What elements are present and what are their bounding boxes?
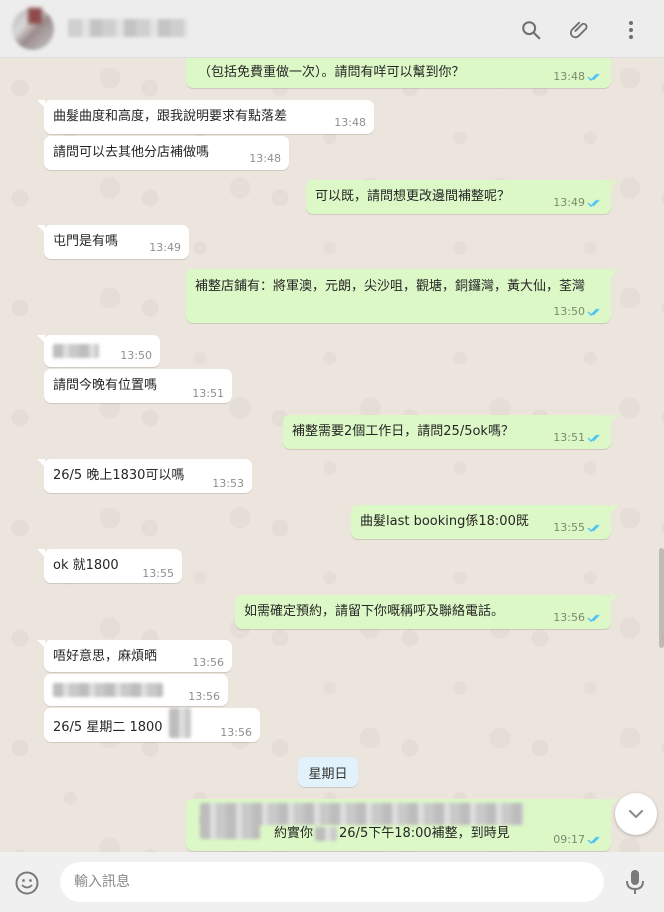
message-time: 09:17 [553,833,585,846]
avatar-redaction [28,8,42,24]
double-check-icon [587,836,600,844]
message-time: 13:49 [149,241,181,254]
voice-record-button[interactable] [624,868,646,896]
message-text: （包括免費重做一次）。請問有咩可以幫到你？ [198,65,465,80]
day-separator: 星期日 [298,757,358,787]
message-text-part: 26/5下午18:00補整，到時見 [339,826,510,841]
message-incoming[interactable]: ok 就1800 13:55 [37,549,182,583]
message-incoming[interactable]: 請問今晚有位置嗎 13:51 [44,369,232,403]
message-time: 13:56 [220,726,252,739]
redacted-text [53,683,163,697]
message-time: 13:56 [192,656,224,669]
redacted-text [168,708,191,738]
message-time: 13:56 [553,611,585,624]
redacted-text [53,344,99,358]
scroll-to-bottom-button[interactable] [615,793,657,835]
scrollbar[interactable] [659,548,664,648]
double-check-icon [587,73,600,81]
emoji-button[interactable] [14,870,40,896]
message-text: 26/5 星期二 1800 [53,719,163,735]
message-outgoing[interactable]: 補整需要2個工作日，請問25/5ok嗎？ 13:51 [283,415,618,449]
message-time: 13:48 [553,70,585,83]
message-incoming[interactable]: 曲髮曲度和高度，跟我說明要求有點落差 13:48 [37,100,374,134]
message-text: 如需確定預約，請留下你嘅稱呼及聯絡電話。 [244,604,505,619]
message-time: 13:49 [553,196,585,209]
redacted-text [315,826,338,841]
message-text: 約實你 26/5下午18:00補整，到時見 [274,825,510,843]
menu-icon[interactable] [618,17,644,43]
message-incoming[interactable]: 13:56 [44,674,228,706]
message-outgoing[interactable]: （包括免費重做一次）。請問有咩可以幫到你？ 13:48 [186,58,611,88]
attach-icon[interactable] [567,17,593,43]
composer-bar [0,852,664,912]
message-time: 13:51 [192,387,224,400]
message-outgoing[interactable]: 曲髮last booking係18:00既 13:55 [351,505,618,539]
message-time: 13:55 [142,567,174,580]
message-incoming[interactable]: 請問可以去其他分店補做嗎 13:48 [44,136,289,170]
double-check-icon [587,199,600,207]
double-check-icon [587,308,600,316]
message-time: 13:48 [249,152,281,165]
message-time: 13:50 [553,305,585,318]
message-text: 補整店鋪有：將軍澳，元朗，尖沙咀，觀塘，銅鑼灣，黃大仙，荃灣 [195,279,586,294]
message-text-part: 約實你 [274,826,314,841]
chat-header [0,0,664,58]
search-icon[interactable] [518,17,544,43]
message-incoming[interactable]: 26/5 晚上1830可以嗎 13:53 [37,459,252,493]
contact-name-redacted[interactable] [68,19,188,37]
message-incoming[interactable]: 26/5 星期二 1800 13:56 [44,708,260,742]
message-outgoing[interactable]: 補整店鋪有：將軍澳，元朗，尖沙咀，觀塘，銅鑼灣，黃大仙，荃灣 13:50 [186,269,618,323]
double-check-icon [587,614,600,622]
double-check-icon [587,434,600,442]
message-text: 曲髮曲度和高度，跟我說明要求有點落差 [53,109,288,124]
message-outgoing[interactable]: 可以既，請問想更改邊間補整呢？ 13:49 [306,180,618,214]
emoji-icon [15,871,39,895]
microphone-icon [626,870,644,894]
message-outgoing[interactable]: 如需確定預約，請留下你嘅稱呼及聯絡電話。 13:56 [235,595,618,629]
message-incoming[interactable]: 屯門是有嗎 13:49 [37,225,189,259]
chevron-down-icon [629,810,643,818]
redacted-text [200,817,260,839]
message-time: 13:48 [334,116,366,129]
message-outgoing[interactable]: 約實你 26/5下午18:00補整，到時見 09:17 [186,799,618,851]
message-input[interactable] [60,862,604,902]
double-check-icon [587,524,600,532]
message-text: 請問可以去其他分店補做嗎 [53,145,210,160]
message-list[interactable]: （包括免費重做一次）。請問有咩可以幫到你？ 13:48 曲髮曲度和高度，跟我說明… [0,58,664,852]
message-time: 13:53 [212,477,244,490]
message-incoming[interactable]: 唔好意思，麻煩晒 13:56 [37,640,232,672]
message-time: 13:56 [188,690,220,703]
message-time: 13:50 [120,349,152,362]
message-incoming[interactable]: 13:50 [37,335,160,367]
message-time: 13:55 [553,521,585,534]
message-time: 13:51 [553,431,585,444]
